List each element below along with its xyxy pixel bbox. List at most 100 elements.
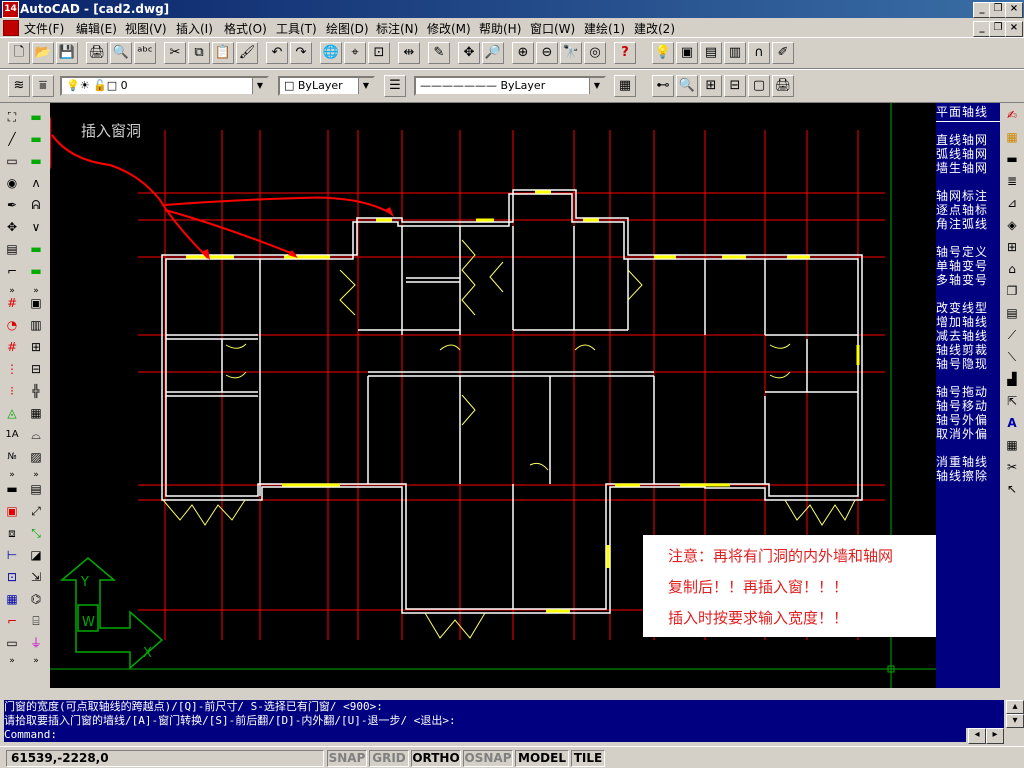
scroll-up-icon[interactable]: ▴ — [1006, 700, 1024, 714]
lightbulb-icon[interactable]: 💡 — [652, 42, 674, 64]
menu-trim-axis[interactable]: 轴线剪裁 — [936, 343, 1000, 357]
menu-grid-dimension[interactable]: 轴网标注 — [936, 189, 1000, 203]
chevron-down-icon[interactable]: ▼ — [358, 78, 373, 94]
chevron-down-icon[interactable]: ▼ — [589, 78, 604, 94]
stair-icon[interactable]: ▣ — [26, 293, 46, 313]
menu-dimension[interactable]: 标注(N) — [376, 20, 418, 37]
layer-dropdown[interactable]: 💡☀ 🔓□ 0 ▼ — [60, 76, 269, 96]
model-toggle[interactable]: MODEL — [515, 750, 569, 767]
note-icon[interactable]: ⌸ — [26, 611, 46, 631]
cad-tool-icon-2[interactable]: ▥ — [724, 42, 746, 64]
menu-offset-axis-number[interactable]: 轴号外偏 — [936, 413, 1000, 427]
dome-icon[interactable]: ⌓ — [26, 425, 46, 445]
wall-hole-icon[interactable]: ▬ — [26, 261, 46, 281]
undo-icon[interactable]: ↶ — [266, 42, 288, 64]
insert-window-icon[interactable]: ▬ — [26, 107, 46, 127]
zoom-previous-icon[interactable]: ⊖ — [536, 42, 558, 64]
number-icon[interactable]: № — [2, 447, 22, 467]
move-icon[interactable]: ✥ — [2, 217, 22, 237]
expand-chevron-icon[interactable]: » — [26, 651, 46, 671]
menu-edit[interactable]: 编辑(E) — [76, 20, 117, 37]
menu-toggle-axis-number[interactable]: 轴号隐现 — [936, 357, 1000, 371]
snap-from-icon[interactable]: ⌖ — [344, 42, 366, 64]
menu-draw[interactable]: 绘图(D) — [326, 20, 369, 37]
close-button[interactable]: × — [1005, 2, 1023, 18]
green-tool-icon[interactable]: ⊿ — [1002, 193, 1022, 213]
line-tool-icon[interactable]: ⟋ — [1002, 325, 1022, 345]
layers-icon[interactable]: ≋ — [8, 75, 30, 97]
copy-icon[interactable]: ⧉ — [188, 42, 210, 64]
menu-straight-grid[interactable]: 直线轴网 — [936, 133, 1000, 147]
cube-icon[interactable]: ◈ — [1002, 215, 1022, 235]
spelling-icon[interactable]: ᵃᵇᶜ — [134, 42, 156, 64]
table-icon[interactable]: ▦ — [26, 403, 46, 423]
tree-icon[interactable]: ⊢ — [2, 545, 22, 565]
line-icon[interactable]: ╱ — [2, 129, 22, 149]
pointer-tool-icon[interactable]: ↖ — [1002, 479, 1022, 499]
menu-angle-arc[interactable]: 角注弧线 — [936, 217, 1000, 231]
cad-tool-icon-8[interactable]: 🖨 — [772, 75, 794, 97]
leader-green-icon[interactable]: ⤡ — [26, 523, 46, 543]
copy-tool-icon[interactable]: ❐ — [1002, 281, 1022, 301]
distance-icon[interactable]: ⇹ — [398, 42, 420, 64]
paste-icon[interactable]: 📋 — [212, 42, 234, 64]
scroll-left-icon[interactable]: ◂ — [968, 728, 986, 744]
menu-arc-grid[interactable]: 弧线轴网 — [936, 147, 1000, 161]
new-file-icon[interactable]: 🗋 — [8, 42, 30, 64]
menu-cancel-offset[interactable]: 取消外偏 — [936, 427, 1000, 441]
document-icon[interactable] — [3, 20, 19, 36]
menu-remove-axis[interactable]: 减去轴线 — [936, 329, 1000, 343]
frame-icon[interactable]: ⧈ — [2, 523, 22, 543]
pan-icon[interactable]: ✥ — [458, 42, 480, 64]
stairs-icon[interactable]: ▟ — [1002, 369, 1022, 389]
double-door-icon[interactable]: ᕱ — [26, 195, 46, 215]
print-icon[interactable]: 🖨 — [86, 42, 108, 64]
menu-tools[interactable]: 工具(T) — [276, 20, 317, 37]
cad-tool-icon-7[interactable]: ▢ — [748, 75, 770, 97]
arrow-tool-icon[interactable]: ⇱ — [1002, 391, 1022, 411]
wall-icon[interactable]: ⊞ — [26, 337, 46, 357]
zoom-realtime-icon[interactable]: 🔎 — [482, 42, 504, 64]
block-icon[interactable]: ▦ — [2, 589, 22, 609]
layer-manager-icon[interactable]: ▣ — [676, 42, 698, 64]
linetype-icon[interactable]: ☰ — [384, 75, 406, 97]
menu-erase-axis[interactable]: 轴线擦除 — [936, 469, 1000, 483]
lineweight-icon[interactable]: ▦ — [614, 75, 636, 97]
doc-close-button[interactable]: × — [1005, 21, 1023, 37]
cad-tool-icon-3[interactable]: ∩ — [748, 42, 770, 64]
menu-axis-define[interactable]: 轴号定义 — [936, 245, 1000, 259]
grid-tool-icon[interactable]: ⊞ — [1002, 237, 1022, 257]
dash-line-icon[interactable]: ▬ — [2, 479, 22, 499]
chevron-down-icon[interactable]: ▼ — [252, 78, 267, 94]
menu-wall-grid[interactable]: 墙生轴网 — [936, 161, 1000, 175]
zoom-window-icon[interactable]: ⊕ — [512, 42, 534, 64]
help-icon[interactable]: ? — [614, 42, 636, 64]
menu-modify[interactable]: 修改(M) — [427, 20, 471, 37]
make-current-layer-icon[interactable]: ⩸ — [32, 75, 54, 97]
redraw-icon[interactable]: ◎ — [584, 42, 606, 64]
ortho-toggle[interactable]: ORTHO — [411, 750, 461, 767]
grid-table-icon[interactable]: ▦ — [1002, 435, 1022, 455]
axis-grid-icon[interactable]: # — [2, 337, 22, 357]
insert-door-icon[interactable]: ▬ — [26, 129, 46, 149]
cad-tool-icon-4[interactable]: ✐ — [772, 42, 794, 64]
arc-grid-icon[interactable]: ◔ — [2, 315, 22, 335]
menu-drag-axis-number[interactable]: 轴号拖动 — [936, 385, 1000, 399]
paint-icon[interactable]: ✍ — [1002, 105, 1022, 125]
menu-change-linetype[interactable]: 改变线型 — [936, 301, 1000, 315]
text-icon[interactable]: 1A — [2, 425, 22, 445]
leader-icon[interactable]: ⤢ — [26, 501, 46, 521]
linetype-dropdown[interactable]: ——————— ByLayer ▼ — [414, 76, 606, 96]
select-icon[interactable]: ⛶ — [2, 107, 22, 127]
menu-view[interactable]: 视图(V) — [125, 20, 167, 37]
building-icon[interactable]: ⌂ — [1002, 259, 1022, 279]
menu-single-renumber[interactable]: 单轴变号 — [936, 259, 1000, 273]
save-icon[interactable]: 💾 — [56, 42, 78, 64]
snap-toggle[interactable]: SNAP — [327, 750, 367, 767]
column-icon[interactable]: ▥ — [26, 315, 46, 335]
osnap-toggle[interactable]: OSNAP — [463, 750, 513, 767]
hatch-icon[interactable]: ▨ — [26, 447, 46, 467]
menu-remove-duplicate-axis[interactable]: 消重轴线 — [936, 455, 1000, 469]
drawing-canvas[interactable]: Y W X 插入窗洞 注意：再将有门洞的内外墙和轴网 复制后！！再插入窗！！！ … — [50, 103, 936, 688]
rectangle-icon[interactable]: ▭ — [2, 151, 22, 171]
